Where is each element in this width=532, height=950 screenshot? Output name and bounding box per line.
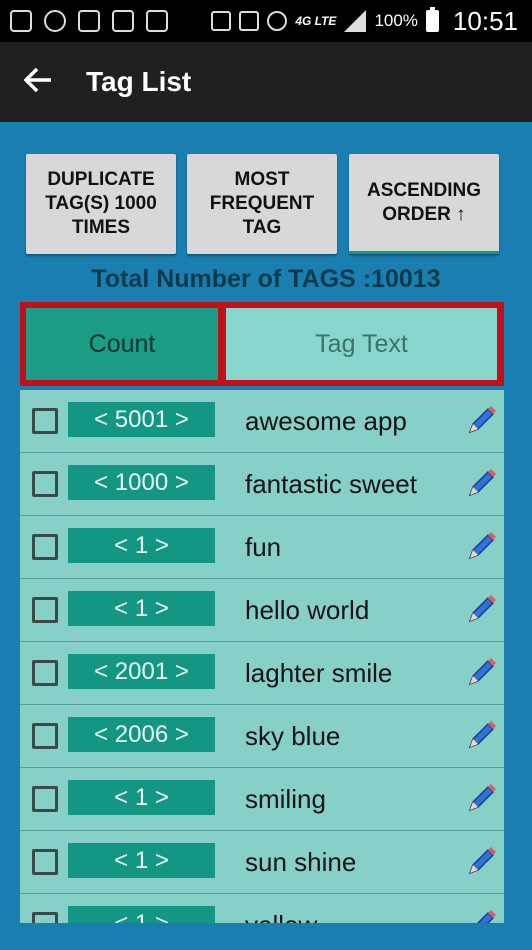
system-icons: 4G LTE 100% 10:51 [211,0,518,42]
pencil-icon[interactable] [466,593,498,625]
list-item: < 2001 > laghter smile [20,642,504,705]
row-checkbox[interactable] [32,660,58,686]
count-value: < 2001 > [68,654,215,689]
gmail-icon [112,10,134,32]
tag-text: sun shine [245,847,357,877]
page-title: Tag List [86,66,192,97]
pencil-icon[interactable] [466,908,498,923]
tag-list[interactable]: < 5001 > awesome app < 1000 > fantastic … [20,390,504,923]
pencil-icon[interactable] [466,656,498,688]
mute-icon [239,11,260,31]
gallery-icon [78,10,100,32]
tag-text: awesome app [245,406,407,436]
tag-text: hello world [245,595,370,625]
battery-icon [425,7,439,32]
count-value: < 1 > [68,528,215,563]
list-item: < 2006 > sky blue [20,705,504,768]
table-header: Count Tag Text [20,302,504,386]
list-item: < 1 > sun shine [20,831,504,894]
list-item: < 1 > yellow [20,894,504,923]
pencil-icon[interactable] [466,719,498,751]
count-column-header[interactable]: Count [26,308,218,380]
list-item: < 1 > hello world [20,579,504,642]
back-arrow-icon[interactable] [23,66,52,98]
alarm-icon [267,11,288,31]
count-value: < 2006 > [68,717,215,752]
action-buttons: DUPLICATE TAG(S) 1000 TIMES MOST FREQUEN… [26,154,500,254]
clock: 10:51 [452,5,518,36]
count-value: < 1 > [68,906,215,923]
row-checkbox[interactable] [32,723,58,749]
row-checkbox[interactable] [32,912,58,923]
tag-text: smiling [245,784,326,814]
tag-text: fantastic sweet [245,469,417,499]
bottom-edge [0,924,532,950]
battery-percent: 100% [374,11,418,30]
whatsapp-icon [44,10,66,32]
list-item: < 1 > fun [20,516,504,579]
ascending-order-button[interactable]: ASCENDING ORDER ↑ [349,154,499,254]
pencil-icon[interactable] [466,404,498,436]
list-item: < 1000 > fantastic sweet [20,453,504,516]
network-type: 4G LTE [295,14,337,28]
notification-icons [0,10,168,32]
linkedin-icon [146,10,168,32]
count-value: < 1 > [68,843,215,878]
list-item: < 1 > smiling [20,768,504,831]
list-item: < 5001 > awesome app [20,390,504,453]
tag-text: sky blue [245,721,341,751]
message-icon [10,10,32,32]
pencil-icon[interactable] [466,530,498,562]
row-checkbox[interactable] [32,408,58,434]
pencil-icon[interactable] [466,467,498,499]
row-checkbox[interactable] [32,849,58,875]
duplicate-tags-button[interactable]: DUPLICATE TAG(S) 1000 TIMES [26,154,176,254]
total-tags-label: Total Number of TAGS :10013 [91,265,441,293]
row-checkbox[interactable] [32,471,58,497]
pencil-icon[interactable] [466,845,498,877]
row-checkbox[interactable] [32,534,58,560]
tag-text-column-header[interactable]: Tag Text [226,308,497,380]
bluetooth-icon [211,11,232,31]
tag-text: yellow [245,906,317,923]
most-frequent-tag-button[interactable]: MOST FREQUENT TAG [187,154,337,254]
count-value: < 1000 > [68,465,215,500]
signal-icon [344,10,367,32]
app-bar: Tag List [0,42,532,122]
tag-text: laghter smile [245,658,393,688]
count-value: < 5001 > [68,402,215,437]
pencil-icon[interactable] [466,782,498,814]
row-checkbox[interactable] [32,597,58,623]
status-bar: 4G LTE 100% 10:51 [0,0,532,42]
tag-text: fun [245,532,282,562]
count-value: < 1 > [68,591,215,626]
row-checkbox[interactable] [32,786,58,812]
count-value: < 1 > [68,780,215,815]
